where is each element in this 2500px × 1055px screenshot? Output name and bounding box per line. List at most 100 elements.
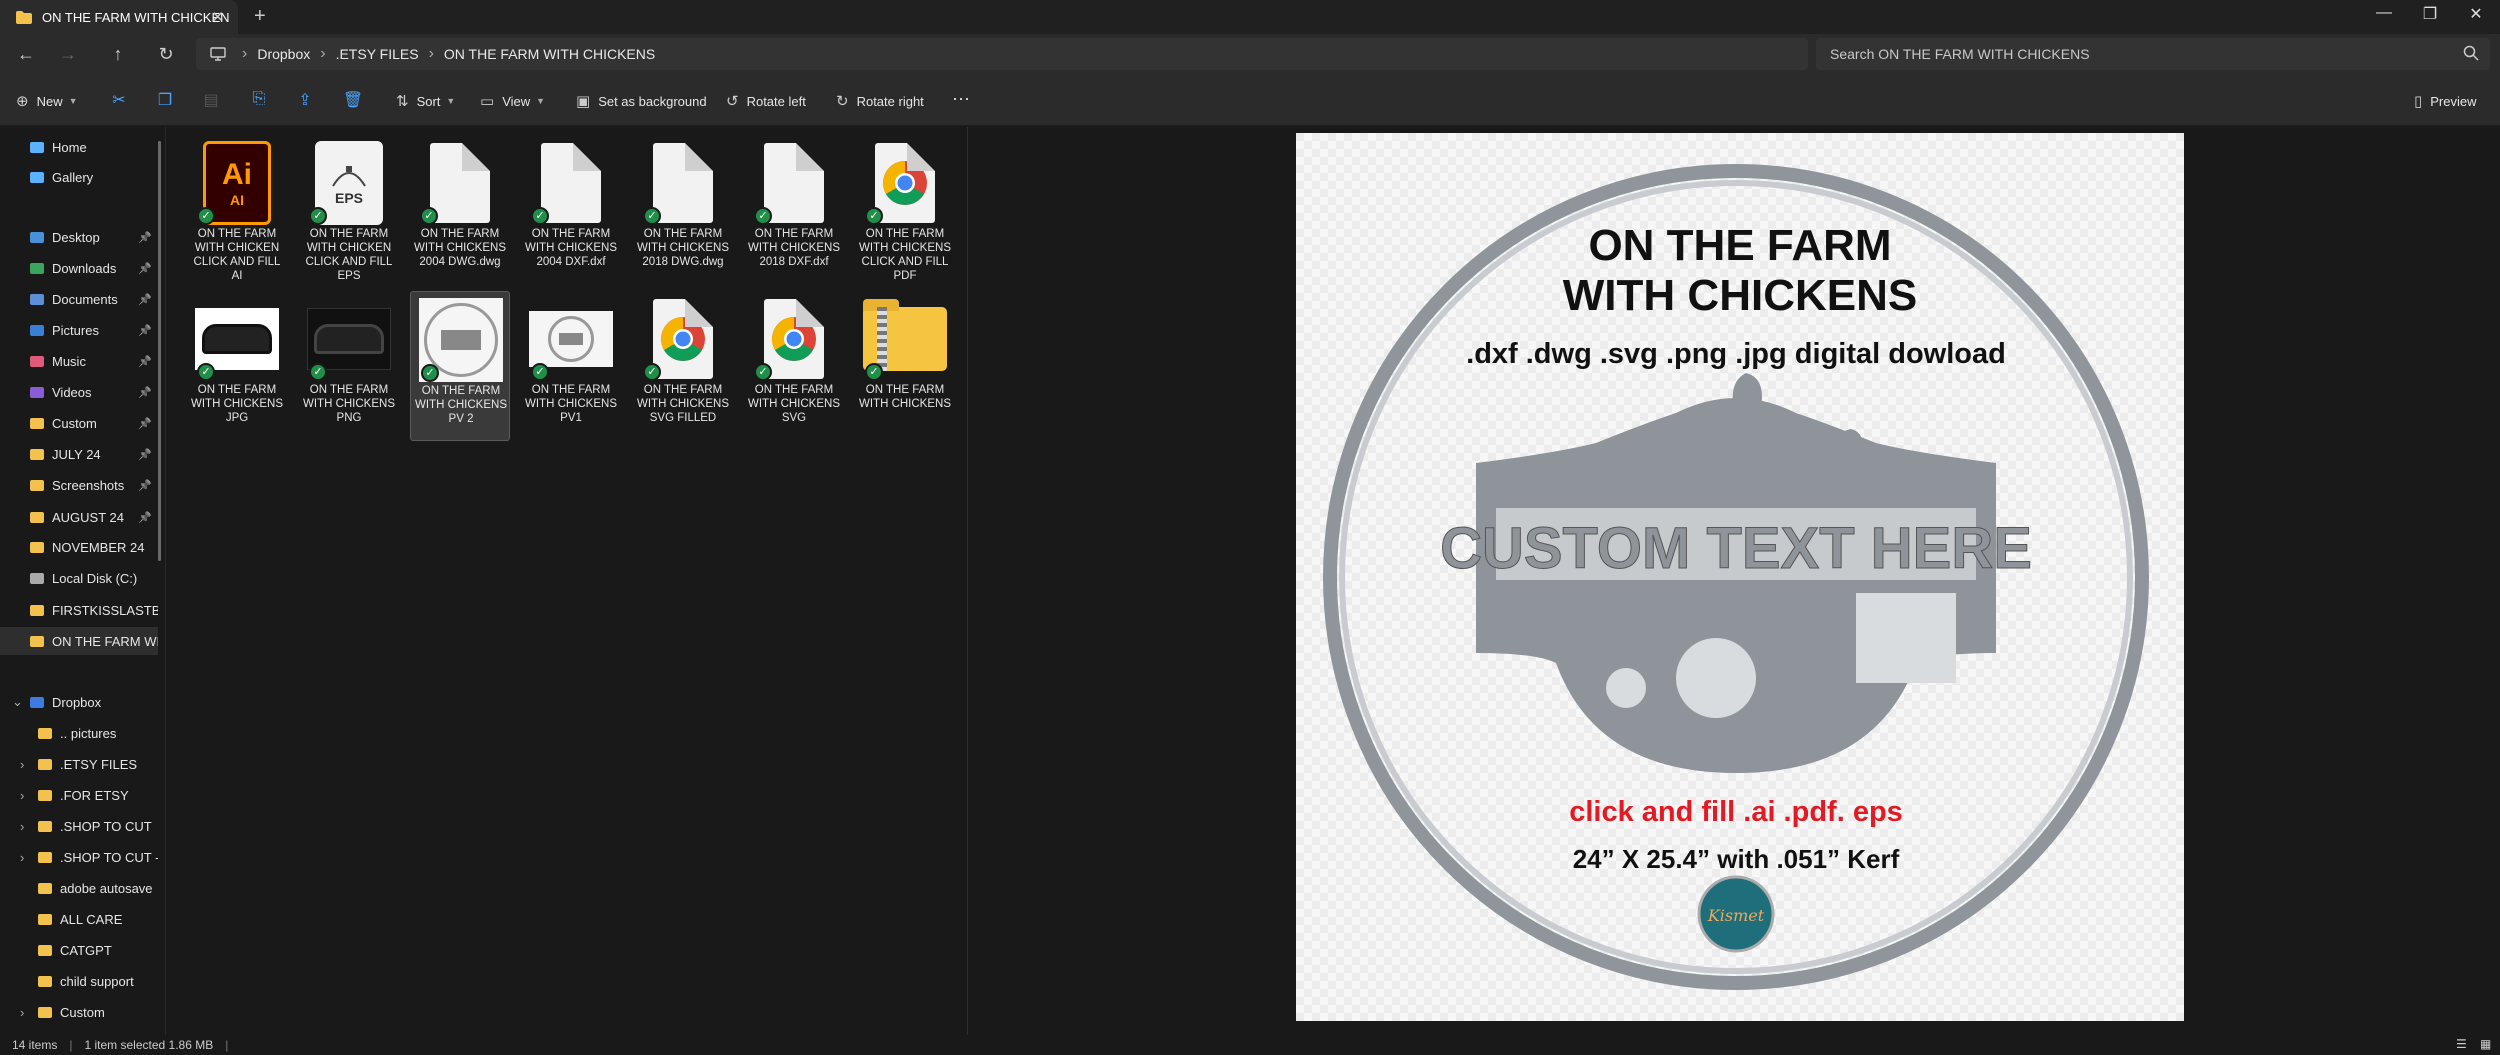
file-item[interactable]: ✓ ON THE FARM WITH CHICKENS 2004 DXF.dxf xyxy=(521,135,621,285)
file-item[interactable]: ✓ ON THE FARM WITH CHICKENS PV1 xyxy=(521,291,621,441)
sort-icon: ⇅ xyxy=(396,93,409,110)
sidebar-item-desktop[interactable]: Desktop 📌 xyxy=(0,223,158,251)
file-item[interactable]: ✓ ON THE FARM WITH CHICKENS 2018 DXF.dxf xyxy=(744,135,844,285)
rotate-right-button[interactable]: ↻ Rotate right xyxy=(836,92,924,110)
folder-icon xyxy=(38,944,52,956)
file-item[interactable]: ✓ ON THE FARM WITH CHICKENS xyxy=(855,291,955,441)
preview-title-line2: WITH CHICKENS xyxy=(1563,271,1917,320)
view-button[interactable]: ▭ View ▼ xyxy=(480,92,545,110)
preview-button[interactable]: ▯ Preview xyxy=(2414,92,2477,110)
cut-icon[interactable]: ✂ xyxy=(108,90,130,110)
file-name-line: WITH CHICKENS xyxy=(859,398,951,410)
search-input[interactable]: Search ON THE FARM WITH CHICKENS xyxy=(1816,38,2490,70)
share-icon[interactable]: ⇪ xyxy=(294,90,316,110)
sidebar-item-custom[interactable]: › Custom xyxy=(0,998,158,1026)
close-tab-icon[interactable]: ✕ xyxy=(211,8,224,26)
chevron-right-icon[interactable]: › xyxy=(20,757,24,772)
rename-icon[interactable]: ⎘ xyxy=(248,90,270,108)
file-name-line: WITH CHICKEN xyxy=(194,242,280,254)
search-icon xyxy=(2463,45,2479,61)
file-item[interactable]: EPS ✓ ON THE FARM WITH CHICKEN CLICK AND FIL… xyxy=(299,135,399,285)
sidebar-item-shop-to-cut[interactable]: › .SHOP TO CUT xyxy=(0,812,158,840)
sidebar-item-shop-to-cut[interactable]: › .SHOP TO CUT - ( xyxy=(0,843,158,871)
file-item[interactable]: ✓ ON THE FARM WITH CHICKENS SVG xyxy=(744,291,844,441)
chevron-down-icon[interactable]: ⌄ xyxy=(12,694,23,710)
sidebar-item-firstkisslastbrea[interactable]: FIRSTKISSLASTBREA xyxy=(0,596,158,624)
file-item[interactable]: ✓ ON THE FARM WITH CHICKENS PV 2 xyxy=(410,291,510,441)
back-button[interactable]: ← xyxy=(14,44,38,65)
breadcrumb-etsy-files[interactable]: .ETSY FILES xyxy=(336,46,419,62)
sidebar-item-downloads[interactable]: Downloads 📌 xyxy=(0,254,158,282)
sidebar-item-for-etsy[interactable]: › .FOR ETSY xyxy=(0,781,158,809)
sidebar-item-pictures[interactable]: .. pictures xyxy=(0,719,158,747)
file-item[interactable]: ✓ ON THE FARM WITH CHICKENS 2004 DWG.dwg xyxy=(410,135,510,285)
sidebar-item-on-the-farm-wit[interactable]: ON THE FARM WIT xyxy=(0,627,158,655)
sidebar-item-adobe-autosave[interactable]: adobe autosave xyxy=(0,874,158,902)
set-as-background-button[interactable]: ▣ Set as background xyxy=(576,92,707,110)
chevron-right-icon[interactable]: › xyxy=(20,1005,24,1020)
maximize-button[interactable]: ❐ xyxy=(2410,4,2450,24)
sync-status-icon: ✓ xyxy=(754,363,772,381)
breadcrumb-current-folder[interactable]: ON THE FARM WITH CHICKENS xyxy=(444,46,655,62)
sync-status-icon: ✓ xyxy=(197,363,215,381)
new-button[interactable]: ⊕ New ▼ xyxy=(16,92,78,110)
folder-icon xyxy=(30,448,44,460)
file-item[interactable]: ✓ ON THE FARM WITH CHICKENS JPG xyxy=(187,291,287,441)
minimize-button[interactable]: — xyxy=(2364,4,2404,22)
file-item[interactable]: ✓ ON THE FARM WITH CHICKENS CLICK AND FILL P… xyxy=(855,135,955,285)
folder-icon xyxy=(38,882,52,894)
sort-button[interactable]: ⇅ Sort ▼ xyxy=(396,92,455,110)
file-item[interactable]: Ai AI ✓ ON THE FARM WITH CHICKEN CLICK AND FI… xyxy=(187,135,287,285)
more-options-button[interactable]: ··· xyxy=(952,88,970,109)
sidebar-item-gallery[interactable]: Gallery xyxy=(0,163,158,191)
tiles-view-icon[interactable]: ▦ xyxy=(2480,1037,2491,1051)
copy-icon[interactable]: ❐ xyxy=(154,90,176,110)
sidebar-item-videos[interactable]: Videos 📌 xyxy=(0,378,158,406)
delete-icon[interactable]: 🗑 xyxy=(342,90,364,110)
up-button[interactable]: ↑ xyxy=(106,44,130,65)
paste-icon[interactable]: ▤ xyxy=(200,90,222,110)
chevron-right-icon[interactable]: › xyxy=(20,850,24,865)
chevron-down-icon: ▼ xyxy=(446,96,456,106)
sidebar-item-pictures[interactable]: Pictures 📌 xyxy=(0,316,158,344)
file-name-line: ON THE FARM xyxy=(531,228,611,240)
sidebar-item-catgpt[interactable]: CATGPT xyxy=(0,936,158,964)
sidebar-item-screenshots[interactable]: Screenshots 📌 xyxy=(0,471,158,499)
folder-icon xyxy=(38,1006,52,1018)
folder-icon xyxy=(30,324,44,336)
breadcrumb-dropbox[interactable]: Dropbox xyxy=(257,46,310,62)
close-window-button[interactable]: ✕ xyxy=(2456,4,2496,24)
sidebar-item-all-care[interactable]: ALL CARE xyxy=(0,905,158,933)
file-name-line: AI xyxy=(231,270,243,282)
chevron-right-icon[interactable]: › xyxy=(20,819,24,834)
file-item[interactable]: ✓ ON THE FARM WITH CHICKENS PNG xyxy=(299,291,399,441)
sidebar-scrollbar[interactable] xyxy=(158,141,161,561)
sidebar-item-august-24[interactable]: AUGUST 24 📌 xyxy=(0,503,158,531)
address-bar[interactable]: › Dropbox › .ETSY FILES › ON THE FARM WI… xyxy=(196,38,1808,70)
sidebar-item-custom[interactable]: Custom 📌 xyxy=(0,409,158,437)
sidebar-item-documents[interactable]: Documents 📌 xyxy=(0,285,158,313)
refresh-button[interactable]: ↻ xyxy=(154,44,178,65)
search-placeholder: Search ON THE FARM WITH CHICKENS xyxy=(1830,46,2090,62)
file-list: Ai AI ✓ ON THE FARM WITH CHICKEN CLICK AND FI… xyxy=(167,127,967,1035)
chevron-right-icon[interactable]: › xyxy=(20,788,24,803)
pin-icon: 📌 xyxy=(138,511,152,524)
sidebar-item-local-disk-c[interactable]: Local Disk (C:) xyxy=(0,564,158,592)
tab-on-the-farm[interactable]: ON THE FARM WITH CHICKEN ✕ xyxy=(0,0,238,34)
file-item[interactable]: ✓ ON THE FARM WITH CHICKENS 2018 DWG.dwg xyxy=(633,135,733,285)
item-count: 14 items xyxy=(12,1038,58,1052)
sidebar-item-home[interactable]: Home xyxy=(0,133,158,161)
pin-icon: 📌 xyxy=(138,417,152,430)
rotate-left-button[interactable]: ↺ Rotate left xyxy=(726,92,806,110)
sidebar-item-music[interactable]: Music 📌 xyxy=(0,347,158,375)
sidebar-item-dropbox[interactable]: ⌄ Dropbox xyxy=(0,688,158,716)
sidebar-item-child-support[interactable]: child support xyxy=(0,967,158,995)
forward-button[interactable]: → xyxy=(56,44,80,65)
sidebar-item-july-24[interactable]: JULY 24 📌 xyxy=(0,440,158,468)
sidebar-item-november-24[interactable]: NOVEMBER 24 xyxy=(0,533,158,561)
file-name-line: WITH CHICKENS xyxy=(748,242,840,254)
new-tab-button[interactable]: + xyxy=(254,5,266,28)
details-view-icon[interactable]: ☰ xyxy=(2456,1037,2467,1051)
sidebar-item-etsy-files[interactable]: › .ETSY FILES xyxy=(0,750,158,778)
file-item[interactable]: ✓ ON THE FARM WITH CHICKENS SVG FILLED xyxy=(633,291,733,441)
